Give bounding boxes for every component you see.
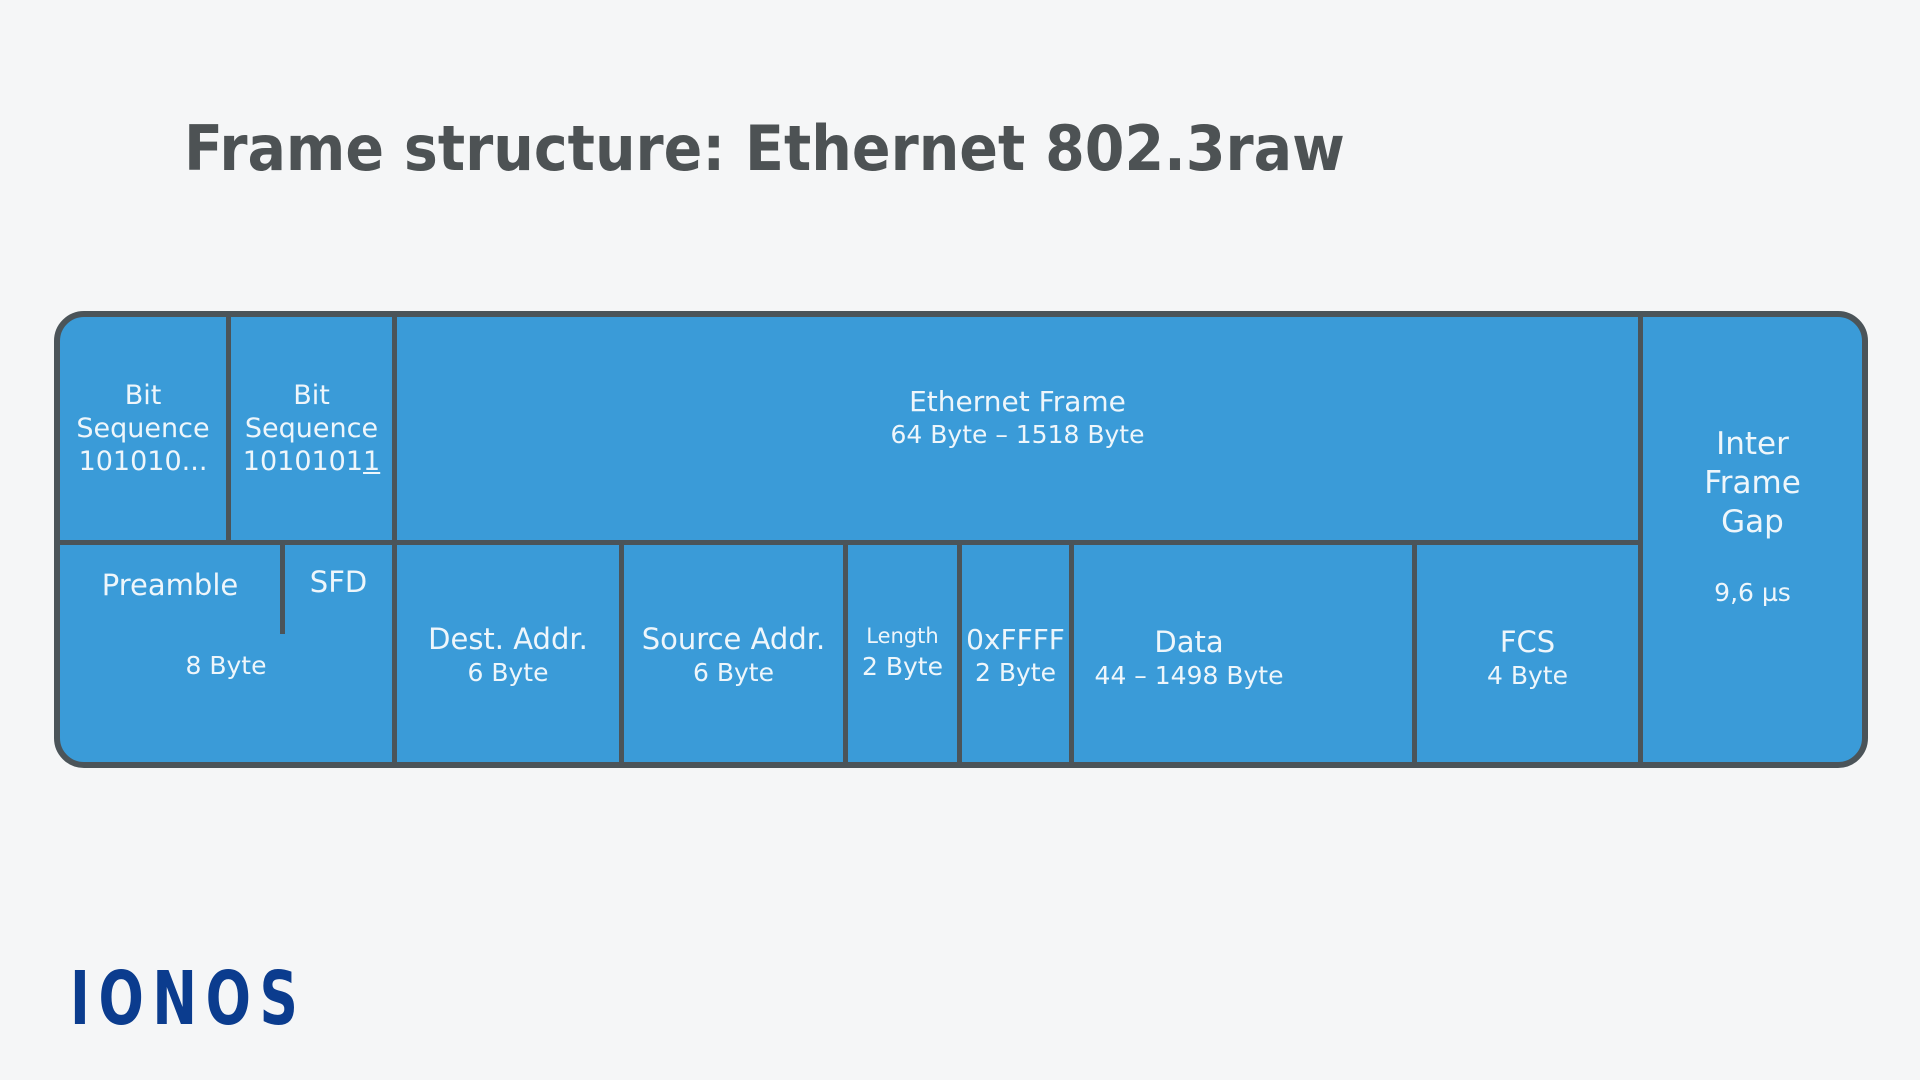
field-label: Data [1154,625,1224,659]
field-size: 2 Byte [862,651,943,681]
field-bit-sequence-sfd: Bit Sequence 10101011 [231,317,392,540]
field-label: Dest. Addr. [428,622,588,656]
bit-sequence-label2: Sequence [244,413,379,444]
field-ethernet-frame: Ethernet Frame 64 Byte – 1518 Byte [397,317,1638,540]
ifg-duration: 9,6 µs [1714,578,1791,607]
bit-sequence-label2: Sequence [76,413,210,444]
field-label: 0xFFFF [966,623,1065,656]
ifg-line1: Inter [1716,426,1789,462]
ethernet-frame-diagram: Bit Sequence 101010... Bit Sequence 1010… [54,311,1868,768]
field-size: 4 Byte [1487,661,1568,690]
bit-sequence-label: Bit [124,380,162,411]
field-preamble: Preamble [60,545,280,625]
preamble-sfd-size: 8 Byte [185,650,267,680]
field-size: 2 Byte [975,658,1056,687]
field-dest-addr: Dest. Addr. 6 Byte [397,545,619,762]
field-size: 6 Byte [693,658,774,687]
bit-sequence-value-prefix: 1010101 [242,446,364,477]
bit-sequence-label: Bit [293,380,330,411]
ethernet-frame-size: 64 Byte – 1518 Byte [890,420,1145,449]
bit-sequence-value: 10101011 [243,445,380,478]
ethernet-frame-label: Ethernet Frame [909,385,1126,418]
bit-sequence-value: 101010... [78,446,208,477]
field-inter-frame-gap: Inter Frame Gap 9,6 µs [1643,317,1862,762]
diagram-title: Frame structure: Ethernet 802.3raw [184,112,1345,185]
bit-sequence-value-underlined: 1 [363,446,381,477]
field-bit-sequence-preamble: Bit Sequence 101010... [60,317,226,540]
field-0xffff: 0xFFFF 2 Byte [962,545,1069,762]
ionos-logo: IONOS [70,956,307,1042]
ifg-line3: Gap [1721,504,1784,540]
field-fcs: FCS 4 Byte [1417,545,1638,762]
field-label: Source Addr. [641,622,826,656]
preamble-label: Preamble [101,567,239,602]
field-label: FCS [1499,625,1556,659]
ifg-line2: Frame [1704,465,1801,501]
field-source-addr: Source Addr. 6 Byte [624,545,843,762]
field-sfd: SFD [285,545,392,619]
field-size: 6 Byte [467,658,549,687]
field-length: Length 2 Byte [848,545,957,759]
field-data: Data 44 – 1498 Byte [1074,545,1304,762]
sfd-label: SFD [309,564,368,599]
field-size: 44 – 1498 Byte [1094,661,1284,690]
field-label: Length [866,623,939,648]
